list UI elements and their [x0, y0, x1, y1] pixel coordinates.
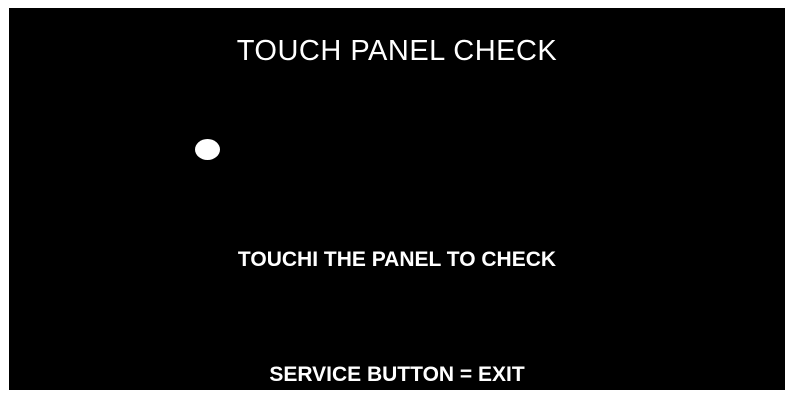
instruction-text: TOUCHI THE PANEL TO CHECK	[237, 248, 557, 271]
touch-panel-check-screen[interactable]: TOUCH PANEL CHECK TOUCHI THE PANEL TO CH…	[9, 8, 785, 390]
page-title: TOUCH PANEL CHECK	[236, 35, 558, 67]
touch-point-icon	[195, 139, 220, 160]
exit-hint-text: SERVICE BUTTON = EXIT	[269, 363, 525, 386]
